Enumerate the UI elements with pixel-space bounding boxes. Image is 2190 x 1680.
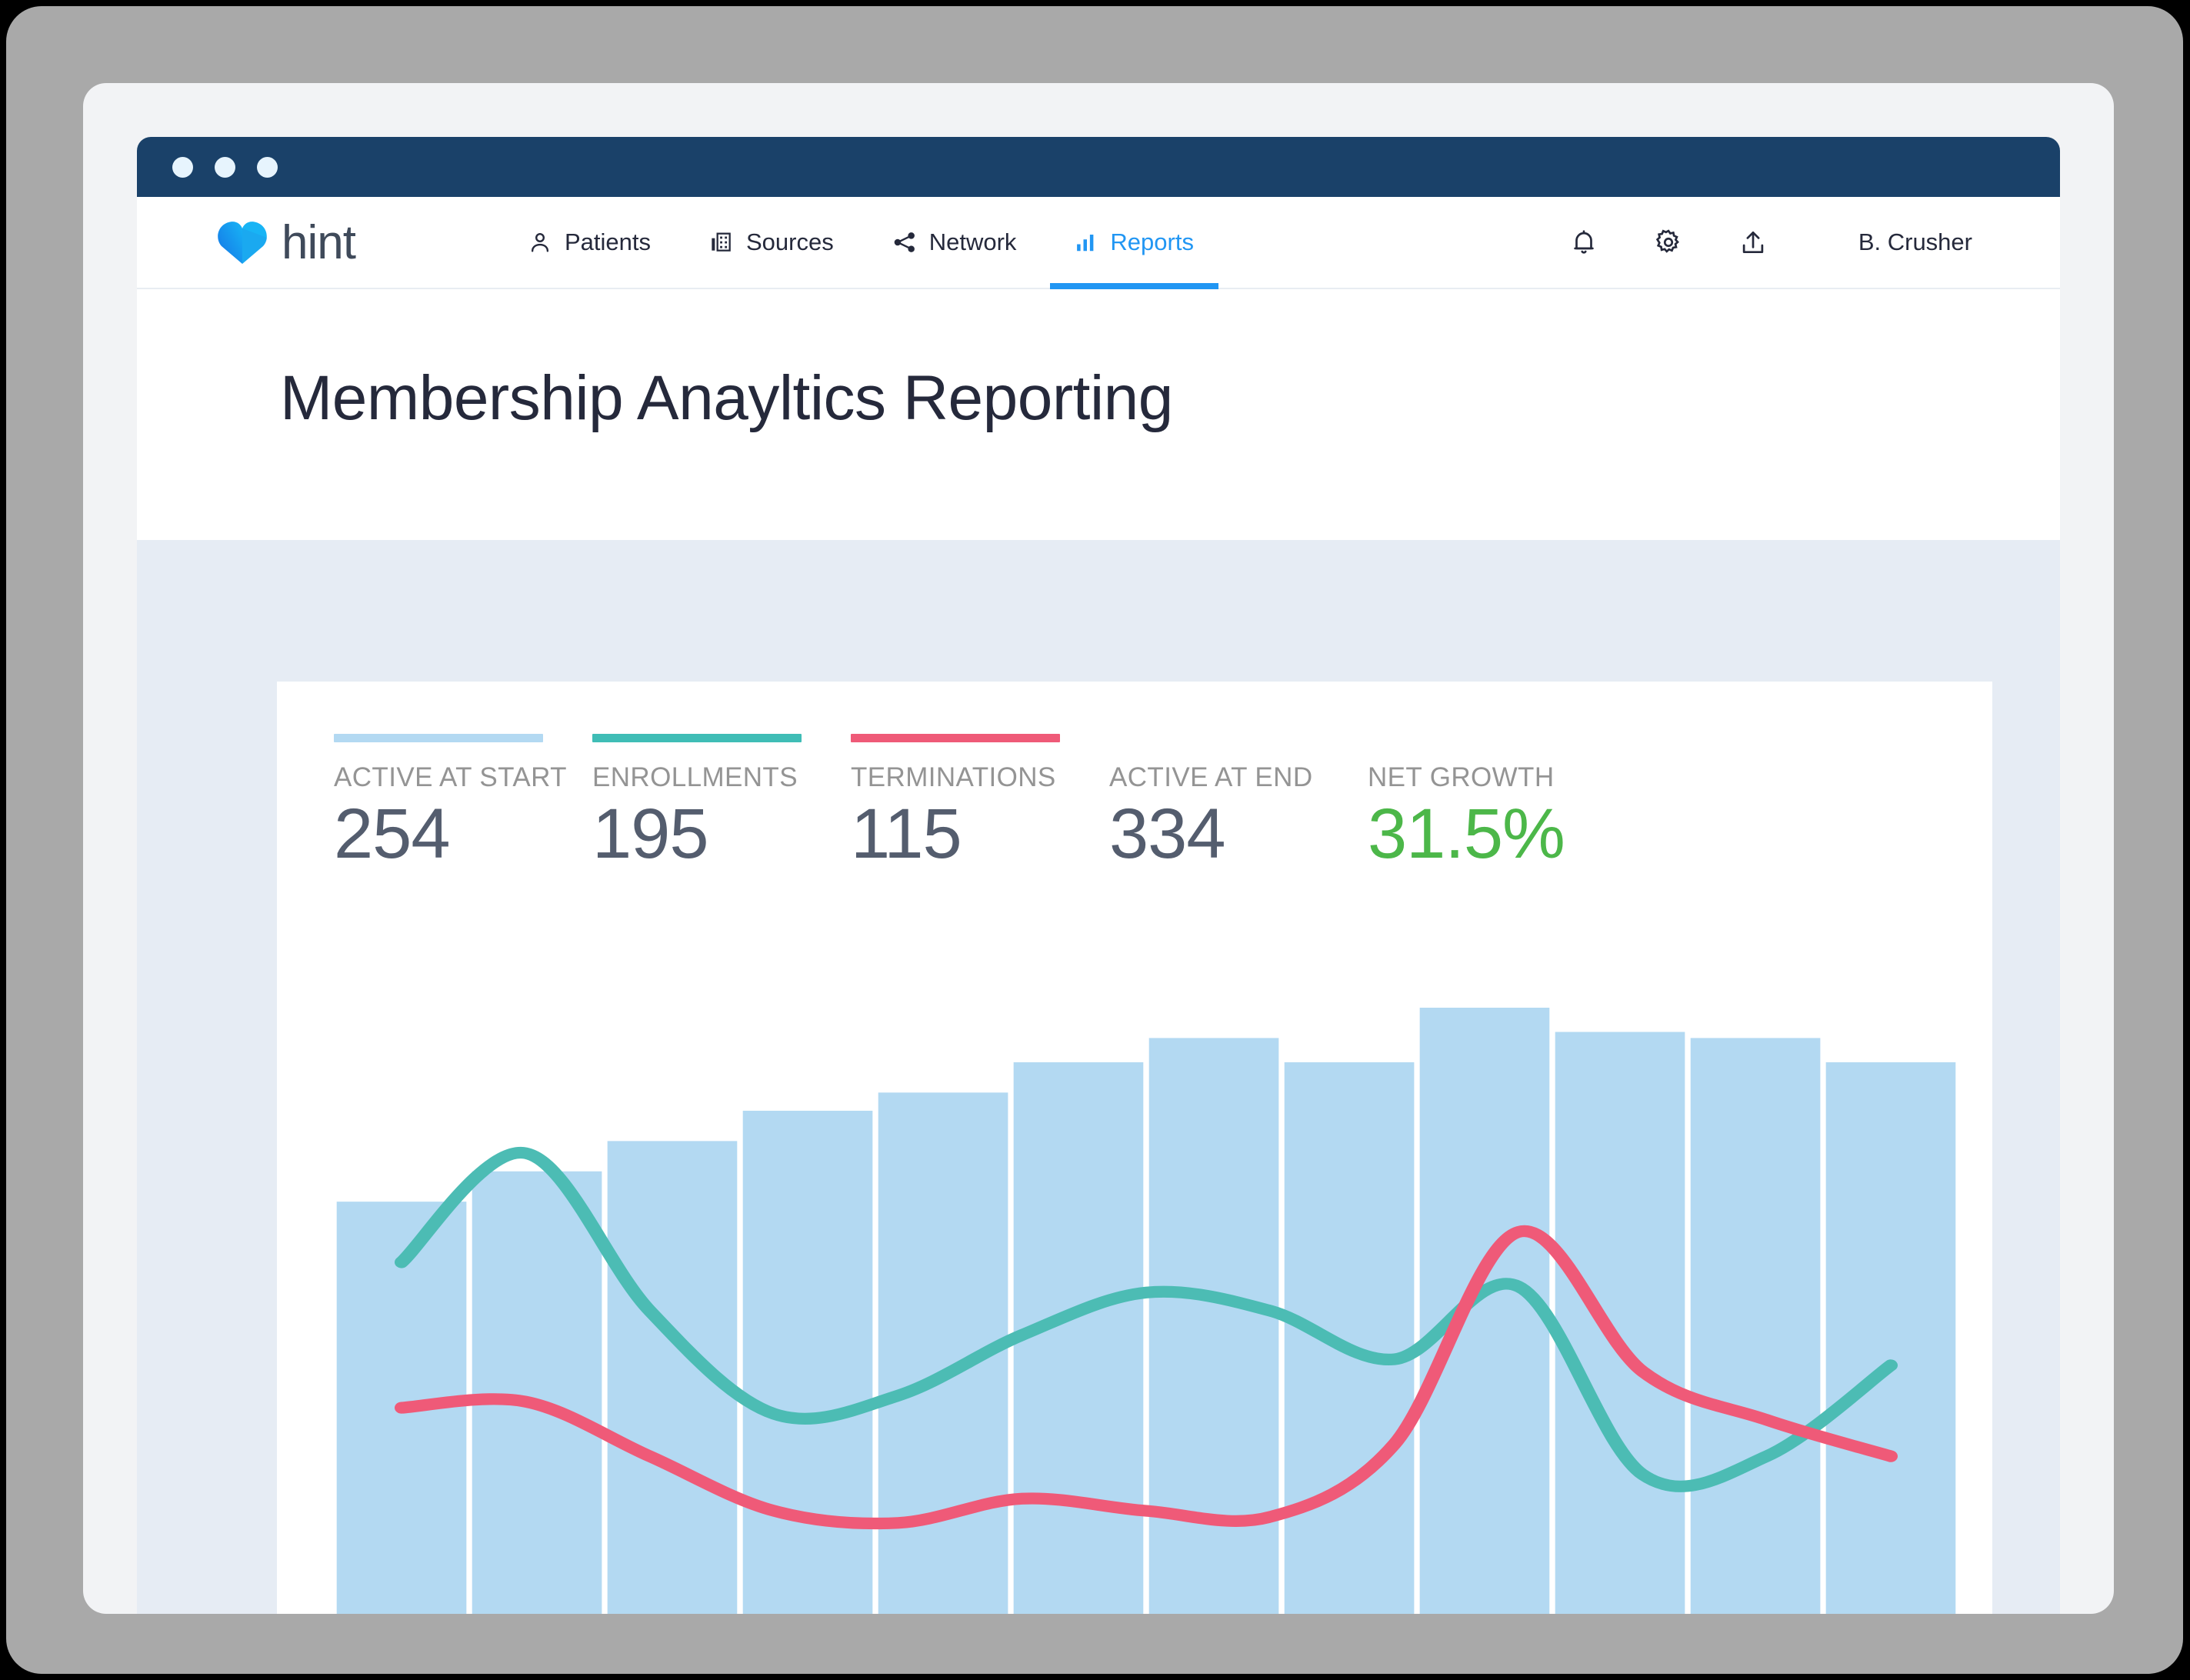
report-card: ACTIVE AT START 254 ENROLLMENTS 195 TERMINAT… (277, 682, 1992, 1614)
brand-logo-link[interactable]: hint (217, 215, 356, 270)
upload-icon[interactable] (1738, 228, 1768, 257)
user-menu[interactable]: B. Crusher (1858, 228, 1972, 256)
brand-name: hint (282, 215, 356, 269)
kpi-label: TERMINATIONS (851, 762, 1056, 792)
kpi-label: ACTIVE AT START (334, 762, 567, 792)
kpi-label: ENROLLMENTS (592, 762, 798, 792)
chart-bar (472, 1171, 602, 1614)
nav-item-label: Reports (1110, 228, 1194, 255)
building-icon (709, 230, 734, 255)
nav-item-patients[interactable]: Patients (498, 197, 680, 288)
nav-item-label: Patients (564, 228, 651, 255)
device-screen: hint Patients Sources Network Reports B.… (83, 83, 2114, 1614)
app-navigation-bar: hint Patients Sources Network Reports B.… (137, 197, 2060, 289)
browser-window: hint Patients Sources Network Reports B.… (137, 137, 2060, 1614)
membership-chart (334, 1008, 1958, 1614)
chart-bar (1555, 1032, 1685, 1614)
chart-bar (1690, 1038, 1821, 1614)
kpi-card: TERMINATIONS 115 (851, 734, 1109, 874)
kpi-value: 115 (851, 795, 962, 873)
chart-bar (742, 1110, 873, 1614)
nav-item-reports[interactable]: Reports (1045, 197, 1223, 289)
kpi-summary-row: ACTIVE AT START 254 ENROLLMENTS 195 TERMINAT… (277, 682, 1992, 874)
kpi-accent-rule (334, 734, 543, 742)
chart-svg (336, 1008, 1956, 1614)
chart-bar (1419, 1008, 1550, 1614)
kpi-value: 195 (592, 795, 709, 873)
nav-item-label: Network (928, 228, 1017, 255)
nav-item-label: Sources (745, 228, 834, 255)
hint-heart-logo-icon (217, 217, 268, 268)
bar-chart-icon (1075, 231, 1098, 254)
person-icon (528, 230, 552, 255)
kpi-accent-rule (592, 734, 802, 742)
nav-actions: B. Crusher (1569, 228, 1972, 257)
chart-bar (1825, 1062, 1956, 1614)
kpi-accent-rule (1109, 734, 1318, 742)
kpi-accent-rule (851, 734, 1060, 742)
nav-items: Patients Sources Network Reports (498, 197, 1223, 289)
kpi-card: NET GROWTH 31.5% (1368, 734, 1626, 874)
chart-bar (1148, 1038, 1279, 1614)
browser-title-bar (137, 137, 2060, 197)
chart-bar (1284, 1062, 1415, 1614)
content-area: ACTIVE AT START 254 ENROLLMENTS 195 TERMINAT… (137, 540, 2060, 1614)
kpi-value: 254 (334, 795, 451, 873)
kpi-card: ENROLLMENTS 195 (592, 734, 851, 874)
window-minimize-dot[interactable] (215, 156, 235, 178)
kpi-label: NET GROWTH (1368, 762, 1555, 792)
share-icon (892, 230, 917, 255)
bell-icon[interactable] (1569, 228, 1598, 257)
kpi-value: 31.5% (1368, 795, 1565, 873)
kpi-value: 334 (1109, 795, 1226, 873)
kpi-accent-rule (1368, 734, 1577, 742)
chart-bars (336, 1008, 1956, 1614)
page-header: Membership Anayltics Reporting (137, 289, 2060, 508)
chart-bar (1013, 1062, 1144, 1614)
window-maximize-dot[interactable] (257, 156, 278, 178)
kpi-card: ACTIVE AT START 254 (334, 734, 592, 874)
device-bezel: hint Patients Sources Network Reports B.… (6, 6, 2183, 1674)
nav-item-network[interactable]: Network (863, 197, 1046, 288)
window-close-dot[interactable] (172, 156, 193, 178)
nav-item-sources[interactable]: Sources (680, 197, 863, 288)
kpi-label: ACTIVE AT END (1109, 762, 1313, 792)
page-title: Membership Anayltics Reporting (280, 363, 1173, 433)
gear-icon[interactable] (1654, 228, 1683, 257)
kpi-card: ACTIVE AT END 334 (1109, 734, 1368, 874)
